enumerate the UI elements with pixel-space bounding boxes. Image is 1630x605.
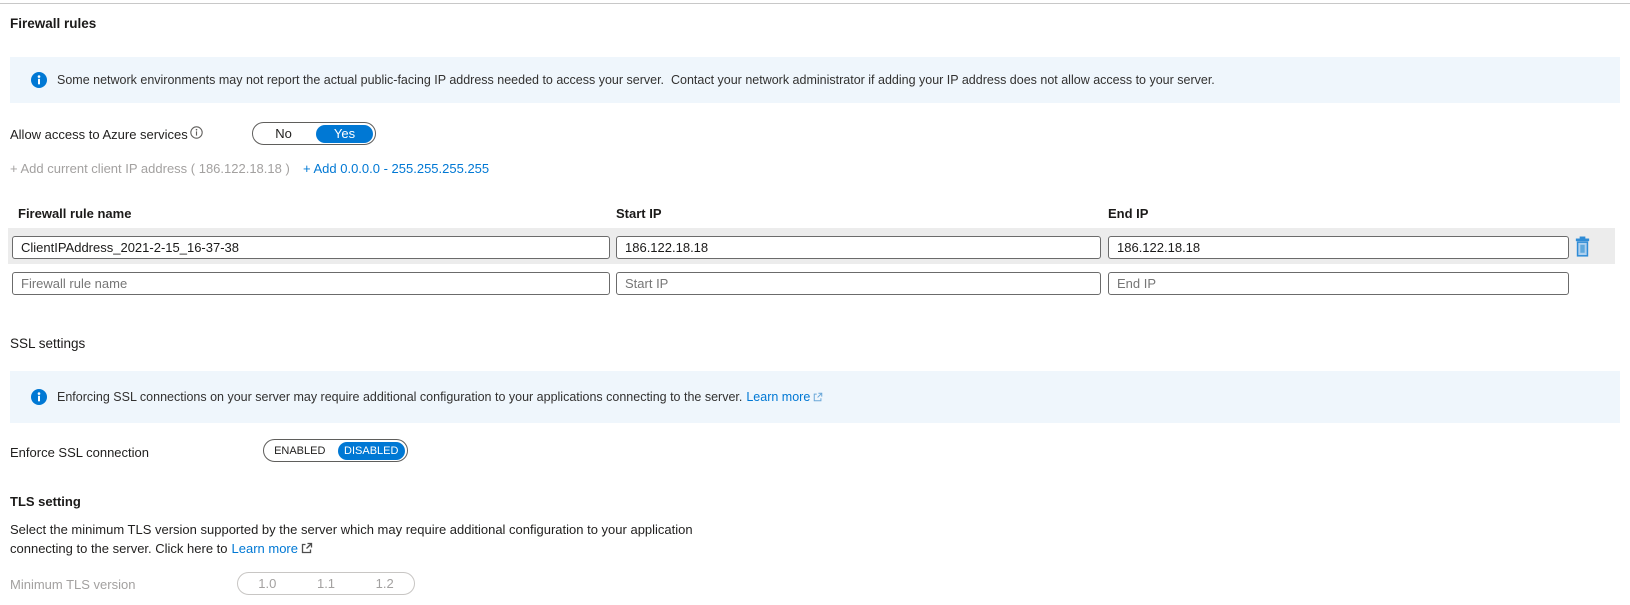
- info-icon: [31, 72, 47, 88]
- column-header-end-ip: End IP: [1108, 206, 1148, 221]
- firewall-rules-title: Firewall rules: [10, 16, 96, 31]
- column-header-start-ip: Start IP: [616, 206, 662, 221]
- info-tooltip-icon[interactable]: [190, 126, 203, 139]
- toggle-enabled-option[interactable]: ENABLED: [266, 442, 334, 460]
- add-ip-range-link[interactable]: + Add 0.0.0.0 - 255.255.255.255: [303, 161, 489, 176]
- trash-icon: [1573, 236, 1592, 257]
- rule-name-input[interactable]: [12, 236, 610, 259]
- new-rule-name-input[interactable]: [12, 272, 610, 295]
- new-start-ip-input[interactable]: [616, 272, 1101, 295]
- enforce-ssl-toggle: ENABLED DISABLED: [263, 439, 408, 462]
- allow-azure-toggle: No Yes: [252, 122, 376, 145]
- new-firewall-rule-row: [8, 268, 1615, 299]
- firewall-banner-text: Some network environments may not report…: [57, 73, 1215, 87]
- firewall-info-banner: Some network environments may not report…: [10, 57, 1620, 103]
- ssl-banner-text: Enforcing SSL connections on your server…: [57, 390, 823, 404]
- firewall-rule-row: [8, 228, 1615, 264]
- start-ip-input[interactable]: [616, 236, 1101, 259]
- tls-description-text: connecting to the server. Click here to: [10, 541, 228, 556]
- toggle-no-option[interactable]: No: [255, 125, 312, 143]
- external-link-icon: [813, 392, 823, 402]
- ssl-learn-more-link[interactable]: Learn more: [746, 390, 810, 404]
- tls-setting-title: TLS setting: [10, 494, 81, 509]
- tls-option-1-2: 1.2: [357, 575, 412, 593]
- tls-option-1-0: 1.0: [240, 575, 295, 593]
- minimum-tls-version-toggle: 1.0 1.1 1.2: [237, 572, 415, 595]
- new-end-ip-input[interactable]: [1108, 272, 1569, 295]
- info-icon: [31, 389, 47, 405]
- enforce-ssl-label: Enforce SSL connection: [10, 445, 149, 460]
- external-link-icon: [301, 542, 313, 554]
- end-ip-input[interactable]: [1108, 236, 1569, 259]
- tls-description-line1: Select the minimum TLS version supported…: [10, 522, 693, 537]
- tls-description-line2: connecting to the server. Click here to L…: [10, 541, 313, 556]
- firewall-settings-page: Firewall rules Some network environments…: [0, 0, 1630, 605]
- tls-option-1-1: 1.1: [299, 575, 354, 593]
- tls-learn-more-link[interactable]: Learn more: [232, 541, 298, 556]
- column-header-rule-name: Firewall rule name: [18, 206, 131, 221]
- allow-azure-label: Allow access to Azure services: [10, 127, 188, 142]
- ssl-settings-title: SSL settings: [10, 336, 85, 351]
- toggle-disabled-option[interactable]: DISABLED: [338, 442, 406, 460]
- add-client-ip-link: + Add current client IP address ( 186.12…: [10, 161, 290, 176]
- ssl-info-banner: Enforcing SSL connections on your server…: [10, 371, 1620, 423]
- delete-rule-button[interactable]: [1570, 234, 1594, 258]
- minimum-tls-version-label: Minimum TLS version: [10, 577, 135, 592]
- top-divider: [0, 3, 1630, 4]
- toggle-yes-option[interactable]: Yes: [316, 125, 373, 143]
- ssl-banner-message: Enforcing SSL connections on your server…: [57, 390, 742, 404]
